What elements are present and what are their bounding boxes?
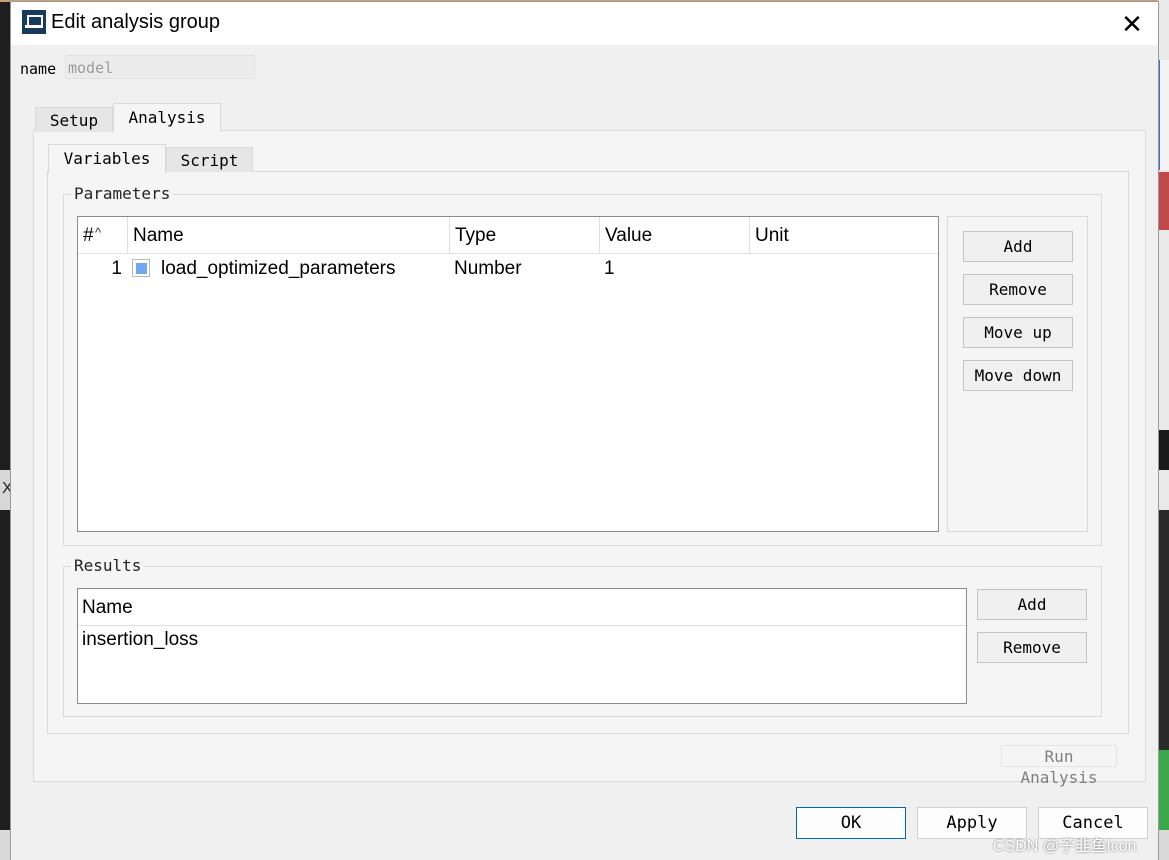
- parameter-type-cell[interactable]: Number: [454, 258, 522, 280]
- title-bar: Edit analysis group ✕: [11, 2, 1158, 45]
- app-logo-icon: [22, 10, 46, 34]
- results-group-title: Results: [71, 556, 145, 575]
- run-analysis-button[interactable]: Run Analysis: [1001, 745, 1117, 787]
- parameter-value-cell[interactable]: 1: [604, 258, 615, 280]
- column-header-value[interactable]: Value: [600, 217, 750, 254]
- ok-button[interactable]: OK: [796, 807, 906, 839]
- remove-result-button[interactable]: Remove: [977, 632, 1087, 663]
- add-parameter-button[interactable]: Add: [963, 231, 1073, 262]
- column-header-type[interactable]: Type: [450, 217, 600, 254]
- background-app-right: [1158, 0, 1169, 860]
- row-index: 1: [111, 258, 122, 279]
- tab-analysis[interactable]: Analysis: [113, 103, 221, 132]
- name-field[interactable]: model: [65, 55, 255, 79]
- tab-script[interactable]: Script: [166, 147, 253, 172]
- parameters-group-title: Parameters: [71, 184, 174, 203]
- column-header-unit[interactable]: Unit: [750, 217, 938, 254]
- parameter-icon: [132, 259, 150, 277]
- close-button[interactable]: ✕: [1111, 6, 1153, 42]
- add-result-button[interactable]: Add: [977, 589, 1087, 620]
- remove-parameter-button[interactable]: Remove: [963, 274, 1073, 305]
- result-name-cell[interactable]: insertion_loss: [82, 629, 198, 651]
- name-label: name: [20, 60, 57, 78]
- watermark: CSDN @子韭鱼icon: [993, 838, 1137, 855]
- tab-variables[interactable]: Variables: [48, 144, 166, 173]
- tab-setup[interactable]: Setup: [35, 107, 113, 132]
- edit-analysis-group-dialog: Edit analysis group ✕ name model Setup A…: [11, 2, 1158, 860]
- parameter-name-cell[interactable]: load_optimized_parameters: [161, 258, 395, 280]
- results-table[interactable]: Name insertion_loss: [77, 588, 967, 704]
- parameters-table[interactable]: # ^ Name Type Value Unit 1 load_optimize…: [77, 216, 939, 532]
- column-header-result-name[interactable]: Name: [78, 589, 966, 626]
- sort-ascending-icon: ^: [95, 225, 102, 240]
- column-header-index[interactable]: # ^: [78, 217, 128, 254]
- move-up-button[interactable]: Move up: [963, 317, 1073, 348]
- move-down-button[interactable]: Move down: [963, 360, 1073, 391]
- column-header-name[interactable]: Name: [128, 217, 450, 254]
- dialog-title: Edit analysis group: [51, 11, 220, 33]
